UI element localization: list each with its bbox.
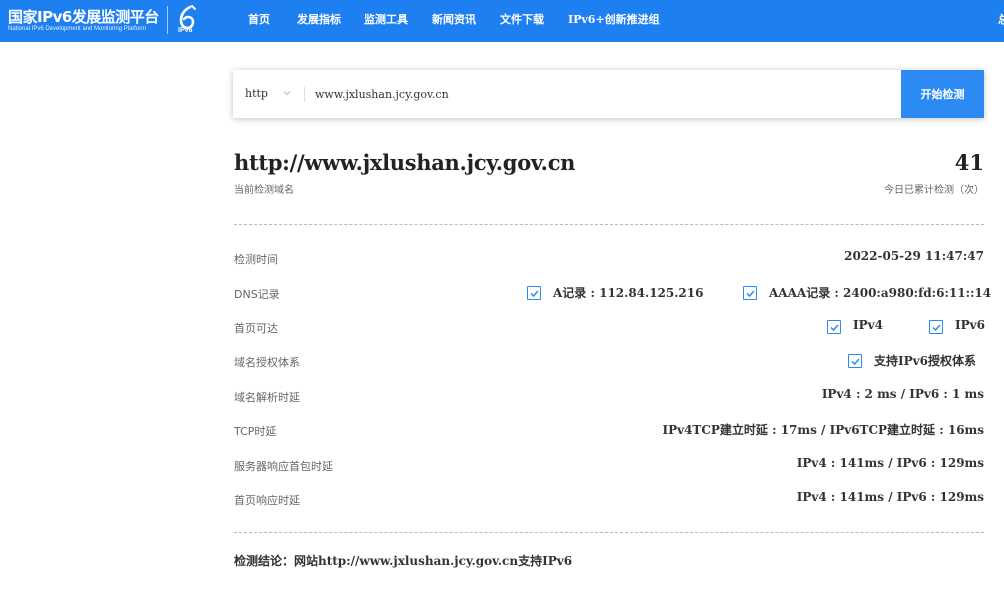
row-label-resolve: 域名解析时延: [234, 391, 300, 404]
current-domain: http://www.jxlushan.jcy.gov.cn: [234, 150, 576, 175]
ipv4-reach-label: IPv4: [853, 318, 883, 332]
ipv6-reach-checkbox: [929, 320, 943, 334]
checkmark-icon: [931, 323, 941, 331]
logo-title: 国家IPv6发展监测平台: [8, 8, 159, 26]
auth-value: 支持IPv6授权体系: [874, 354, 976, 368]
ipv6-reach-label: IPv6: [955, 318, 985, 332]
ipv4-reach-checkbox: [827, 320, 841, 334]
checkmark-icon: [529, 289, 539, 297]
detect-count: 41: [954, 150, 984, 175]
row-label-page: 首页响应时延: [234, 494, 300, 507]
detection-conclusion: 检测结论：网站http://www.jxlushan.jcy.gov.cn支持I…: [234, 554, 573, 568]
row-label-time: 检测时间: [234, 253, 278, 266]
aaaa-record-checkbox: [743, 286, 757, 300]
row-label-first-packet: 服务器响应首包时延: [234, 460, 333, 473]
row-value-time: 2022-05-29 11:47:47: [844, 249, 984, 263]
logo-mark-text: IPv6: [178, 27, 193, 34]
detect-count-label: 今日已累计检测（次）: [884, 185, 984, 196]
nav-ipv6-plus-group[interactable]: IPv6+创新推进组: [568, 0, 660, 42]
divider-bottom: [234, 532, 984, 533]
row-label-reach: 首页可达: [234, 322, 278, 335]
logo-subtitle: National IPv6 Development and Monitoring…: [8, 26, 147, 32]
domain-input[interactable]: [315, 82, 895, 106]
row-value-tcp: IPv4TCP建立时延 : 17ms / IPv6TCP建立时延 : 16ms: [662, 423, 984, 437]
nav-home[interactable]: 首页: [248, 0, 270, 42]
chevron-down-icon[interactable]: [283, 89, 291, 97]
nav-file-download[interactable]: 文件下载: [500, 0, 544, 42]
platform-logo[interactable]: 国家IPv6发展监测平台 National IPv6 Development a…: [8, 4, 168, 38]
row-label-auth: 域名授权体系: [234, 356, 300, 369]
row-value-page: IPv4 : 141ms / IPv6 : 129ms: [796, 490, 984, 504]
nav-overflow-item[interactable]: 总: [998, 0, 1004, 42]
a-record-value: A记录 : 112.84.125.216: [553, 286, 704, 300]
start-detect-button[interactable]: 开始检测: [901, 70, 984, 118]
logo-divider: [167, 6, 168, 34]
divider-top: [234, 224, 984, 225]
a-record-checkbox: [527, 286, 541, 300]
top-nav-bar: 国家IPv6发展监测平台 National IPv6 Development a…: [0, 0, 1004, 42]
protocol-select[interactable]: http: [245, 70, 268, 118]
search-box: http 开始检测: [233, 70, 984, 118]
checkmark-icon: [745, 289, 755, 297]
row-label-dns: DNS记录: [234, 288, 280, 301]
nav-news[interactable]: 新闻资讯: [432, 0, 476, 42]
checkmark-icon: [850, 357, 860, 365]
search-divider: [304, 87, 305, 102]
nav-monitoring-tools[interactable]: 监测工具: [364, 0, 408, 42]
aaaa-record-value: AAAA记录 : 2400:a980:fd:6:11::14: [769, 286, 992, 300]
nav-development-indicators[interactable]: 发展指标: [297, 0, 341, 42]
row-value-resolve: IPv4 : 2 ms / IPv6 : 1 ms: [821, 387, 984, 401]
row-value-first-packet: IPv4 : 141ms / IPv6 : 129ms: [796, 456, 984, 470]
current-domain-label: 当前检测域名: [234, 185, 294, 196]
auth-checkbox: [848, 354, 862, 368]
row-label-tcp: TCP时延: [234, 425, 277, 438]
checkmark-icon: [829, 323, 839, 331]
